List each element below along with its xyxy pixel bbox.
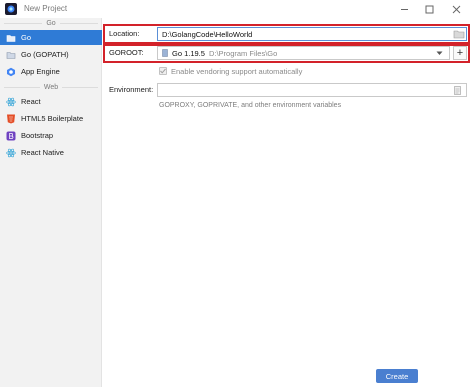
goroot-label: GOROOT: — [109, 48, 144, 57]
goland-logo-icon — [5, 3, 17, 15]
sdk-icon — [162, 49, 168, 57]
sidebar-item-react[interactable]: React — [0, 94, 102, 109]
add-sdk-button[interactable]: + — [453, 46, 467, 60]
environment-input[interactable] — [157, 83, 467, 97]
plus-icon: + — [456, 47, 464, 59]
edit-variables-icon[interactable] — [454, 86, 461, 95]
minimize-button[interactable] — [392, 0, 416, 18]
react-icon — [6, 148, 16, 157]
close-button[interactable] — [444, 0, 468, 18]
folder-icon — [6, 34, 16, 42]
react-icon — [6, 97, 16, 106]
sidebar-item-label: Bootstrap — [21, 131, 54, 140]
sidebar-item-react-native[interactable]: React Native — [0, 145, 102, 160]
environment-label: Environment: — [109, 85, 154, 94]
group-header-web: Web — [0, 82, 102, 92]
environment-hint: GOPROXY, GOPRIVATE, and other environmen… — [159, 102, 342, 109]
location-input[interactable]: D:\GolangCode\HelloWorld — [157, 27, 467, 41]
group-header-go: Go — [0, 18, 102, 28]
sidebar-item-bootstrap[interactable]: Bootstrap — [0, 128, 102, 143]
app-engine-icon — [7, 67, 15, 76]
browse-folder-icon[interactable] — [453, 29, 465, 39]
bootstrap-icon — [6, 131, 16, 140]
group-header-label: Web — [43, 83, 59, 91]
window-title: New Project — [24, 4, 68, 13]
maximize-icon — [425, 5, 433, 13]
html5-icon — [7, 114, 15, 123]
checkmark-icon — [160, 68, 166, 74]
chevron-down-icon[interactable] — [436, 51, 443, 56]
sidebar-item-label: Go (GOPATH) — [21, 50, 69, 59]
goroot-path: D:\Program Files\Go — [208, 48, 278, 58]
sidebar-item-label: Go — [21, 33, 32, 42]
close-icon — [452, 5, 460, 13]
goroot-select[interactable]: Go 1.19.5 D:\Program Files\Go — [157, 46, 450, 60]
maximize-button[interactable] — [417, 0, 441, 18]
group-header-label: Go — [46, 19, 56, 27]
create-button[interactable]: Create — [376, 369, 418, 383]
sidebar-item-label: React — [21, 97, 41, 106]
sidebar-item-label: React Native — [21, 148, 64, 157]
dialog-footer — [103, 363, 474, 387]
minimize-icon — [400, 8, 408, 10]
vendoring-label: Enable vendoring support automatically — [171, 67, 303, 76]
sidebar-item-go[interactable]: Go — [0, 30, 102, 45]
sidebar-item-app-engine[interactable]: App Engine — [0, 64, 102, 79]
sidebar-item-label: App Engine — [21, 67, 60, 76]
title-bar: New Project — [0, 0, 474, 18]
project-type-sidebar: Go Go Go (GOPATH) App Engine Web React H… — [0, 18, 102, 387]
sidebar-item-label: HTML5 Boilerplate — [21, 114, 84, 123]
folder-icon — [6, 51, 16, 59]
location-label: Location: — [109, 29, 140, 38]
vendoring-checkbox[interactable] — [159, 67, 167, 75]
sidebar-item-go-gopath[interactable]: Go (GOPATH) — [0, 47, 102, 62]
project-settings-form: Location: D:\GolangCode\HelloWorld GOROO… — [103, 18, 474, 387]
location-value: D:\GolangCode\HelloWorld — [162, 29, 253, 39]
sidebar-item-html5-boilerplate[interactable]: HTML5 Boilerplate — [0, 111, 102, 126]
goroot-version: Go 1.19.5 — [172, 48, 205, 58]
